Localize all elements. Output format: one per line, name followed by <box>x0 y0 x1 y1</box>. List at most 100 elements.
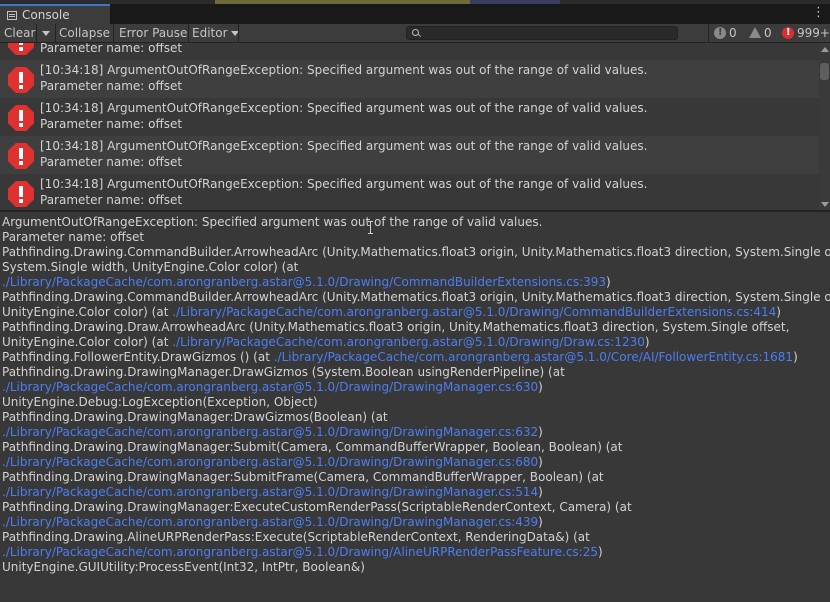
stack-trace-line: ArgumentOutOfRangeException: Specified a… <box>2 215 542 229</box>
source-file-link[interactable]: ./Library/PackageCache/com.arongranberg.… <box>274 350 793 364</box>
log-entry-line1: [10:34:18] ArgumentOutOfRangeException: … <box>40 139 648 153</box>
stack-trace-text: Pathfinding.Drawing.DrawingManager:Submi… <box>2 470 604 484</box>
stack-trace-line: System.Single width, UnityEngine.Color c… <box>2 260 298 274</box>
stack-trace-line: ./Library/PackageCache/com.arongranberg.… <box>2 545 603 559</box>
stack-trace-text: System.Single width, UnityEngine.Color c… <box>2 260 299 274</box>
stack-trace-line: Parameter name: offset <box>2 230 144 244</box>
log-entry-line1: [10:34:18] ArgumentOutOfRangeException: … <box>40 101 648 115</box>
stack-trace-text: UnityEngine.Color color) (at <box>2 335 173 349</box>
stack-trace-line: Pathfinding.Drawing.DrawingManager:Submi… <box>2 440 622 454</box>
error-count: 999+ <box>797 26 830 40</box>
log-entry-line1: [10:34:18] ArgumentOutOfRangeException: … <box>40 63 648 77</box>
stack-trace-text: ) <box>538 425 543 439</box>
clear-button[interactable]: Clear <box>0 24 39 42</box>
log-entry-line1: [10:34:18] ArgumentOutOfRangeException: … <box>40 177 648 191</box>
source-file-link[interactable]: ./Library/PackageCache/com.arongranberg.… <box>2 425 538 439</box>
stack-trace-line: ./Library/PackageCache/com.arongranberg.… <box>2 275 611 289</box>
stack-trace-line: Pathfinding.Drawing.CommandBuilder.Arrow… <box>2 245 830 259</box>
text-cursor-icon <box>368 221 373 234</box>
scroll-up-icon[interactable] <box>821 47 829 52</box>
stack-trace-line: Pathfinding.Drawing.DrawingManager:Submi… <box>2 470 604 484</box>
kebab-menu-icon[interactable]: ⋮ <box>812 6 825 19</box>
info-icon <box>714 24 726 42</box>
stack-trace-line: Pathfinding.Drawing.Draw.ArrowheadArc (U… <box>2 320 789 334</box>
collapse-toggle[interactable]: Collapse <box>55 24 114 42</box>
stack-trace-line: Pathfinding.Drawing.DrawingManager:DrawG… <box>2 410 388 424</box>
search-input[interactable] <box>406 26 678 40</box>
stack-trace-text: Pathfinding.FollowerEntity.DrawGizmos ()… <box>2 350 274 364</box>
error-icon <box>782 24 794 42</box>
stack-trace-text: UnityEngine.Debug:LogException(Exception… <box>2 395 318 409</box>
console-toolbar: Clear Collapse Error Pause Editor 0 0 99… <box>0 24 830 43</box>
source-file-link[interactable]: ./Library/PackageCache/com.arongranberg.… <box>2 545 598 559</box>
clear-options-dropdown[interactable] <box>37 24 55 42</box>
stack-trace-line: Pathfinding.Drawing.AlineURPRenderPass:E… <box>2 530 590 544</box>
error-icon <box>8 105 34 131</box>
stack-trace-text: Pathfinding.Drawing.DrawingManager:DrawG… <box>2 410 388 424</box>
error-filter-toggle[interactable]: 999+ <box>782 24 830 42</box>
stack-trace-line: ./Library/PackageCache/com.arongranberg.… <box>2 425 543 439</box>
source-file-link[interactable]: ./Library/PackageCache/com.arongranberg.… <box>2 485 538 499</box>
stack-trace-line: ./Library/PackageCache/com.arongranberg.… <box>2 485 543 499</box>
editor-dropdown[interactable]: Editor <box>188 24 243 42</box>
warning-filter-toggle[interactable]: 0 <box>749 24 772 42</box>
stack-trace-line: UnityEngine.Color color) (at ./Library/P… <box>2 335 650 349</box>
stack-trace-text: Parameter name: offset <box>2 230 145 244</box>
stack-trace-text: ) <box>597 545 603 559</box>
stack-trace-text: Pathfinding.Drawing.AlineURPRenderPass:E… <box>2 530 590 544</box>
console-icon <box>7 11 17 20</box>
search-icon <box>412 29 419 36</box>
stack-trace-line: UnityEngine.Color color) (at ./Library/P… <box>2 305 781 319</box>
tab-console[interactable]: Console <box>0 4 110 26</box>
tab-console-label: Console <box>22 8 70 22</box>
stack-trace-text: ) <box>538 455 543 469</box>
warning-icon <box>749 27 761 38</box>
stack-trace-text: ) <box>538 515 543 529</box>
log-entry-line2: Parameter name: offset <box>40 79 183 93</box>
editor-top-strip <box>0 0 830 4</box>
stack-trace-line: UnityEngine.GUIUtility:ProcessEvent(Int3… <box>2 560 365 574</box>
source-file-link[interactable]: ./Library/PackageCache/com.arongranberg.… <box>2 455 538 469</box>
list-item[interactable]: [10:34:18] ArgumentOutOfRangeException: … <box>0 98 819 136</box>
source-file-link[interactable]: ./Library/PackageCache/com.arongranberg.… <box>2 275 606 289</box>
error-icon <box>8 67 34 93</box>
stack-trace-line: ./Library/PackageCache/com.arongranberg.… <box>2 455 543 469</box>
log-entry-line2: Parameter name: offset <box>40 43 183 55</box>
source-file-link[interactable]: ./Library/PackageCache/com.arongranberg.… <box>172 305 776 319</box>
stack-trace-text: Pathfinding.Drawing.DrawingManager.DrawG… <box>2 365 565 379</box>
list-item[interactable]: [10:34:18] ArgumentOutOfRangeException: … <box>0 174 819 210</box>
scroll-down-icon[interactable] <box>821 202 829 207</box>
log-entry-line2: Parameter name: offset <box>40 117 183 131</box>
error-icon <box>8 43 34 55</box>
stack-trace-text: ) <box>776 305 781 319</box>
stack-trace-text: Pathfinding.Drawing.CommandBuilder.Arrow… <box>2 245 830 259</box>
source-file-link[interactable]: ./Library/PackageCache/com.arongranberg.… <box>2 380 538 394</box>
stack-trace-text: ) <box>793 350 798 364</box>
log-list-scrollbar[interactable] <box>819 43 830 210</box>
list-item[interactable]: [10:34:18] ArgumentOutOfRangeException: … <box>0 60 819 98</box>
list-item[interactable]: Parameter name: offset <box>0 43 819 60</box>
source-file-link[interactable]: ./Library/PackageCache/com.arongranberg.… <box>172 335 645 349</box>
stack-trace-line: Pathfinding.Drawing.CommandBuilder.Arrow… <box>2 290 830 304</box>
scrollbar-thumb[interactable] <box>820 63 829 80</box>
stack-trace-line: ./Library/PackageCache/com.arongranberg.… <box>2 380 543 394</box>
stack-trace-text: ) <box>644 335 650 349</box>
stack-trace-text: ) <box>538 380 543 394</box>
stack-trace-line: Pathfinding.Drawing.DrawingManager.DrawG… <box>2 365 565 379</box>
stack-trace-line: Pathfinding.Drawing.DrawingManager:Execu… <box>2 500 632 514</box>
warning-count: 0 <box>764 26 772 40</box>
info-filter-toggle[interactable]: 0 <box>714 24 737 42</box>
stack-trace-text: Pathfinding.Drawing.Draw.ArrowheadArc (U… <box>2 320 790 334</box>
log-entry-line2: Parameter name: offset <box>40 193 183 207</box>
stack-trace-text: ) <box>606 275 611 289</box>
chevron-down-icon <box>42 31 50 36</box>
stack-trace-text: UnityEngine.GUIUtility:ProcessEvent(Int3… <box>2 560 365 574</box>
source-file-link[interactable]: ./Library/PackageCache/com.arongranberg.… <box>2 515 538 529</box>
stack-trace-text: Pathfinding.Drawing.DrawingManager:Submi… <box>2 440 623 454</box>
list-item[interactable]: [10:34:18] ArgumentOutOfRangeException: … <box>0 136 819 174</box>
error-pause-toggle[interactable]: Error Pause <box>115 24 191 42</box>
log-entry-line2: Parameter name: offset <box>40 155 183 169</box>
stack-trace-text: Pathfinding.Drawing.DrawingManager:Execu… <box>2 500 632 514</box>
error-icon <box>8 143 34 169</box>
stack-trace-line: ./Library/PackageCache/com.arongranberg.… <box>2 515 543 529</box>
